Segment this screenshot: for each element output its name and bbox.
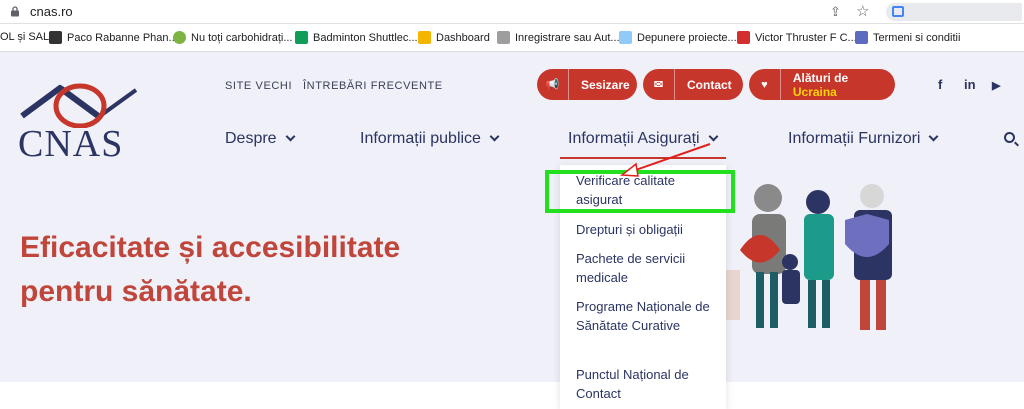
envelope-icon: ✉ (643, 69, 675, 100)
youtube-icon[interactable]: ▶ (992, 79, 1000, 92)
content-section (0, 382, 1024, 409)
contact-label: Contact (687, 77, 732, 92)
bookmark-label: Dashboard (436, 31, 490, 44)
facebook-icon[interactable]: f (938, 77, 942, 92)
dropdown-item-punctul-national[interactable]: Punctul Național de Contact (576, 365, 716, 403)
address-bar[interactable]: cnas.ro ⇪ ☆ (0, 0, 1024, 24)
bookmark-favicon-icon (173, 31, 186, 44)
sesizare-label: Sesizare (581, 77, 630, 92)
bookmark-label: Inregistrare sau Aut... (515, 31, 620, 44)
bookmark-item[interactable]: Paco Rabanne Phan... (49, 31, 178, 44)
bookmark-label: OL și SAL (0, 31, 50, 43)
chevron-down-icon (929, 131, 939, 142)
logo-text: CNAS (18, 123, 124, 165)
dropdown-item-programe-nationale[interactable]: Programe Naționale de Sănătate Curative (576, 297, 716, 335)
nav-informatii-publice[interactable]: Informații publice (360, 130, 500, 148)
bookmarks-bar: OL și SAL Paco Rabanne Phan... Nu toți c… (0, 24, 1024, 52)
megaphone-icon: 📢 (537, 69, 569, 100)
linkedin-icon[interactable]: in (964, 77, 976, 92)
bookmark-favicon-icon (737, 31, 750, 44)
bookmark-item[interactable]: Badminton Shuttlec... (295, 31, 418, 44)
bookmark-favicon-icon (295, 31, 308, 44)
nav-label: Informații publice (360, 130, 481, 147)
share-icon[interactable]: ⇪ (830, 4, 841, 20)
nav-informatii-furnizori[interactable]: Informații Furnizori (788, 130, 939, 148)
bookmark-favicon-icon (49, 31, 62, 44)
link-intrebari-frecvente[interactable]: ÎNTREBĂRI FRECVENTE (303, 80, 443, 92)
link-site-vechi[interactable]: SITE VECHI (225, 80, 292, 92)
bookmark-item[interactable]: Inregistrare sau Aut... (497, 31, 620, 44)
sesizare-button[interactable]: 📢 Sesizare (537, 69, 637, 100)
bookmark-label: Depunere proiecte... (637, 31, 737, 44)
bookmark-favicon-icon (619, 31, 632, 44)
bookmark-label: Victor Thruster F C... (755, 31, 857, 44)
hero-line: Eficacitate și accesibilitate (20, 231, 401, 264)
bookmark-item[interactable]: Depunere proiecte... (619, 31, 737, 44)
dropdown-item-pachete-servicii[interactable]: Pachete de servicii medicale (576, 249, 716, 287)
bookmark-item[interactable]: Dashboard (418, 31, 490, 44)
chevron-down-icon (708, 131, 719, 142)
star-icon[interactable]: ☆ (856, 2, 869, 20)
page-content: CNAS SITE VECHI ÎNTREBĂRI FRECVENTE 📢 Se… (0, 52, 1024, 409)
chevron-down-icon (489, 131, 500, 142)
bookmark-item[interactable]: Termeni si conditii (855, 31, 960, 44)
extension-icon[interactable] (892, 6, 904, 17)
bookmark-item[interactable]: Nu toți carbohidrați... (173, 31, 293, 44)
bookmark-label: Nu toți carbohidrați... (191, 31, 293, 44)
bookmark-item[interactable]: Victor Thruster F C... (737, 31, 857, 44)
extension-area[interactable] (886, 3, 1022, 21)
bookmark-item[interactable]: OL și SAL (0, 31, 49, 43)
contact-button[interactable]: ✉ Contact (643, 69, 743, 100)
nav-label: Informații Furnizori (788, 130, 921, 147)
nav-label: Despre (225, 130, 277, 147)
bookmark-favicon-icon (497, 31, 510, 44)
search-icon[interactable] (1004, 132, 1015, 143)
bookmark-favicon-icon (855, 31, 868, 44)
red-arrow-icon (619, 143, 711, 177)
bookmark-label: Badminton Shuttlec... (313, 31, 418, 44)
ucraina-label: Alături de Ucraina (792, 70, 849, 99)
logo[interactable]: CNAS (18, 78, 142, 165)
hero-title: Eficacitate și accesibilitate pentru săn… (20, 226, 400, 314)
logo-mark-icon (20, 83, 138, 128)
url-text[interactable]: cnas.ro (30, 4, 73, 19)
nav-despre[interactable]: Despre (225, 130, 296, 148)
bookmark-label: Termeni si conditii (873, 31, 961, 44)
hand-heart-icon: ♥ (749, 69, 781, 100)
lock-icon (11, 6, 19, 17)
bookmark-favicon-icon (418, 31, 431, 44)
hero-line: pentru sănătate. (20, 275, 252, 308)
chevron-down-icon (285, 131, 296, 142)
dropdown-item-drepturi-obligatii[interactable]: Drepturi și obligații (576, 220, 716, 239)
ucraina-button[interactable]: ♥ Alături de Ucraina (749, 69, 895, 100)
bookmark-label: Paco Rabanne Phan... (67, 31, 178, 44)
